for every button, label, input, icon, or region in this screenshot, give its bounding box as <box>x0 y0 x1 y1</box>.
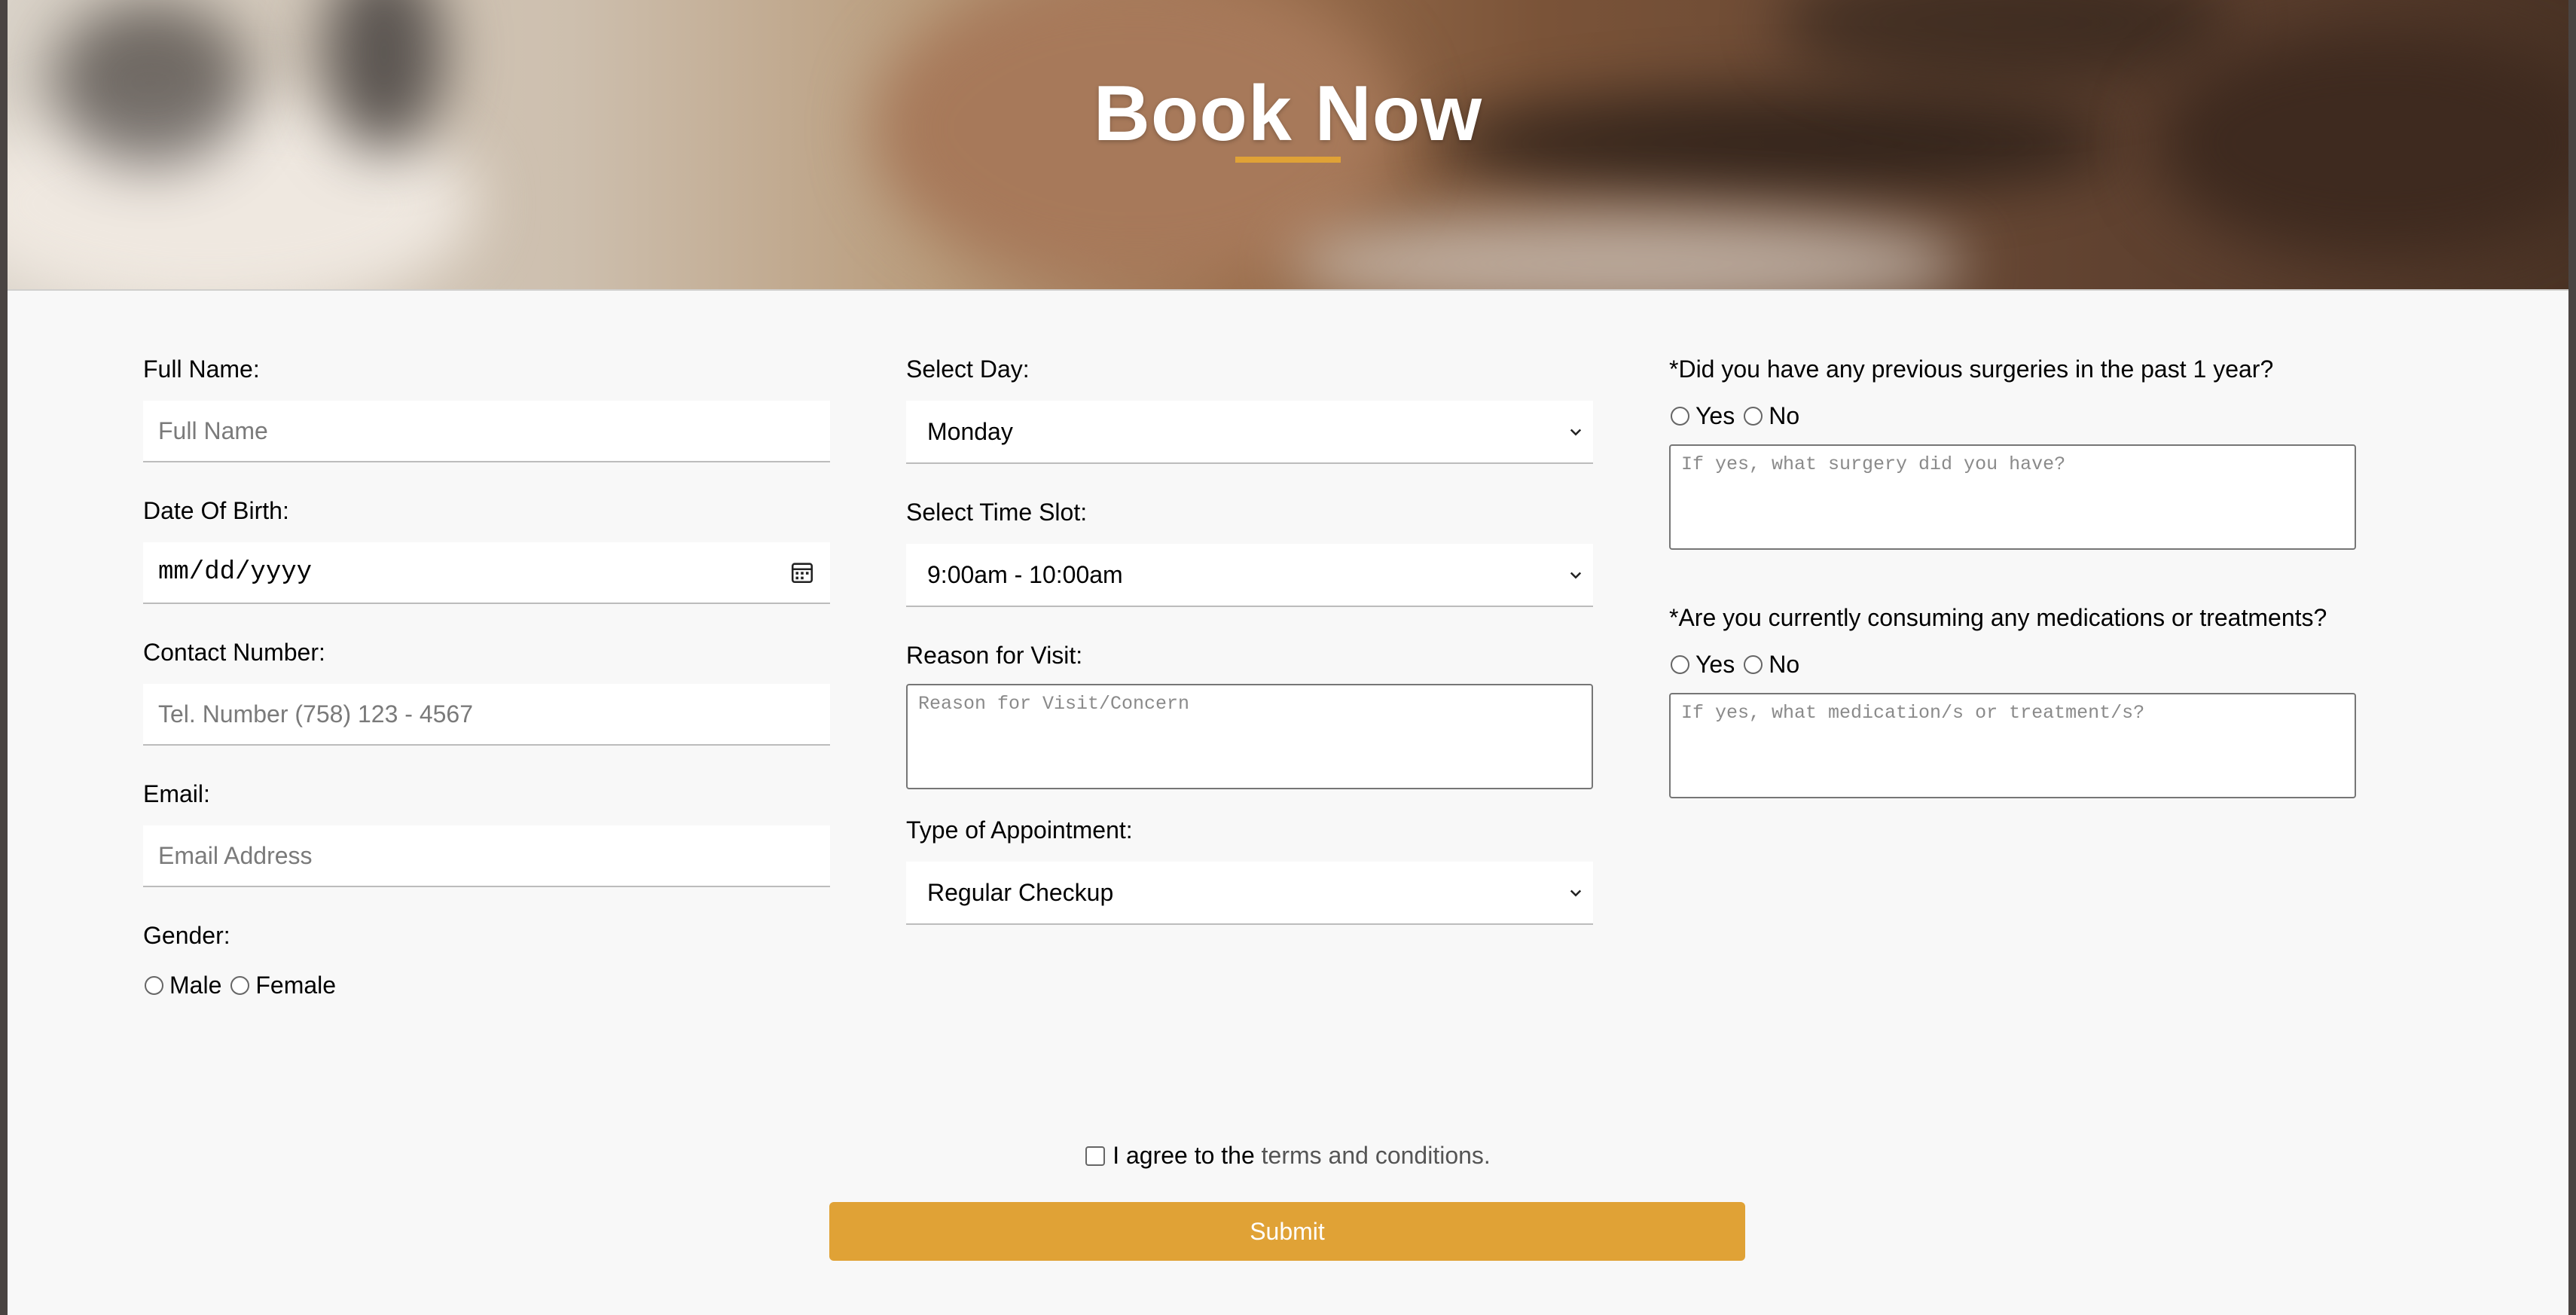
submit-button[interactable]: Submit <box>829 1202 1745 1261</box>
appointment-column: Select Day: Monday Select Time Slot: 9:0… <box>906 354 1593 925</box>
surgery-yes-radio[interactable] <box>1671 406 1689 426</box>
email-placeholder: Email Address <box>158 841 313 869</box>
terms-link[interactable]: terms and conditions. <box>1262 1142 1491 1170</box>
surgery-placeholder: If yes, what surgery did you have? <box>1681 453 2066 475</box>
medication-yes-label: Yes <box>1695 651 1735 678</box>
medication-no-radio[interactable] <box>1744 654 1763 674</box>
page-title: Book Now <box>1093 70 1483 157</box>
contact-number-input[interactable]: Tel. Number (758) 123 - 4567 <box>143 684 830 746</box>
dob-value: mm/dd/yyyy <box>158 558 313 587</box>
medication-placeholder: If yes, what medication/s or treatment/s… <box>1681 702 2145 724</box>
appointment-type-value: Regular Checkup <box>927 878 1114 906</box>
contact-placeholder: Tel. Number (758) 123 - 4567 <box>158 700 473 728</box>
surgery-question: *Did you have any previous surgeries in … <box>1669 355 2274 383</box>
full-name-label: Full Name: <box>143 355 260 383</box>
page: Book Now Full Name: Full Name Date Of Bi… <box>8 0 2568 1315</box>
time-slot-select[interactable]: 9:00am - 10:00am <box>906 544 1593 607</box>
surgery-no-radio[interactable] <box>1744 406 1763 426</box>
gender-male-radio[interactable] <box>145 975 163 995</box>
chevron-down-icon <box>1570 889 1582 897</box>
hero-banner: Book Now <box>8 0 2568 291</box>
gender-female-radio[interactable] <box>230 975 250 995</box>
medical-history-column: *Did you have any previous surgeries in … <box>1669 354 2356 798</box>
surgery-yes-label: Yes <box>1695 402 1735 429</box>
terms-checkbox[interactable] <box>1085 1146 1106 1166</box>
chevron-down-icon <box>1570 429 1582 436</box>
terms-agreement: I agree to the terms and conditions. <box>8 1142 2568 1170</box>
email-label: Email: <box>143 780 210 807</box>
time-label: Select Time Slot: <box>906 499 1088 526</box>
reason-textarea[interactable]: Reason for Visit/Concern <box>906 684 1593 789</box>
title-underline <box>1235 157 1341 163</box>
dob-input[interactable]: mm/dd/yyyy <box>143 542 830 604</box>
time-value: 9:00am - 10:00am <box>927 560 1123 588</box>
surgery-options: Yes No <box>1669 401 2356 431</box>
reason-label: Reason for Visit: <box>906 642 1083 669</box>
personal-info-column: Full Name: Full Name Date Of Birth: mm/d… <box>143 354 830 1000</box>
reason-placeholder: Reason for Visit/Concern <box>918 693 1190 715</box>
terms-prefix: I agree to the <box>1113 1142 1262 1169</box>
full-name-placeholder: Full Name <box>158 416 268 444</box>
gender-female-label: Female <box>255 972 337 999</box>
day-select[interactable]: Monday <box>906 401 1593 464</box>
email-input[interactable]: Email Address <box>143 825 830 887</box>
gender-options: Male Female <box>143 970 830 1000</box>
medication-yes-radio[interactable] <box>1671 654 1689 674</box>
calendar-icon[interactable] <box>789 560 815 585</box>
medication-question: *Are you currently consuming any medicat… <box>1669 604 2327 631</box>
contact-label: Contact Number: <box>143 639 325 666</box>
surgery-no-label: No <box>1769 402 1800 429</box>
gender-label: Gender: <box>143 922 230 949</box>
medication-options: Yes No <box>1669 649 2356 679</box>
medication-no-label: No <box>1769 651 1800 678</box>
day-value: Monday <box>927 417 1013 445</box>
appointment-type-label: Type of Appointment: <box>906 816 1133 844</box>
medication-details-textarea[interactable]: If yes, what medication/s or treatment/s… <box>1669 693 2356 798</box>
appointment-type-select[interactable]: Regular Checkup <box>906 862 1593 925</box>
chevron-down-icon <box>1570 572 1582 579</box>
dob-label: Date Of Birth: <box>143 497 289 524</box>
day-label: Select Day: <box>906 355 1030 383</box>
gender-male-label: Male <box>169 972 222 999</box>
surgery-details-textarea[interactable]: If yes, what surgery did you have? <box>1669 444 2356 550</box>
full-name-input[interactable]: Full Name <box>143 401 830 462</box>
